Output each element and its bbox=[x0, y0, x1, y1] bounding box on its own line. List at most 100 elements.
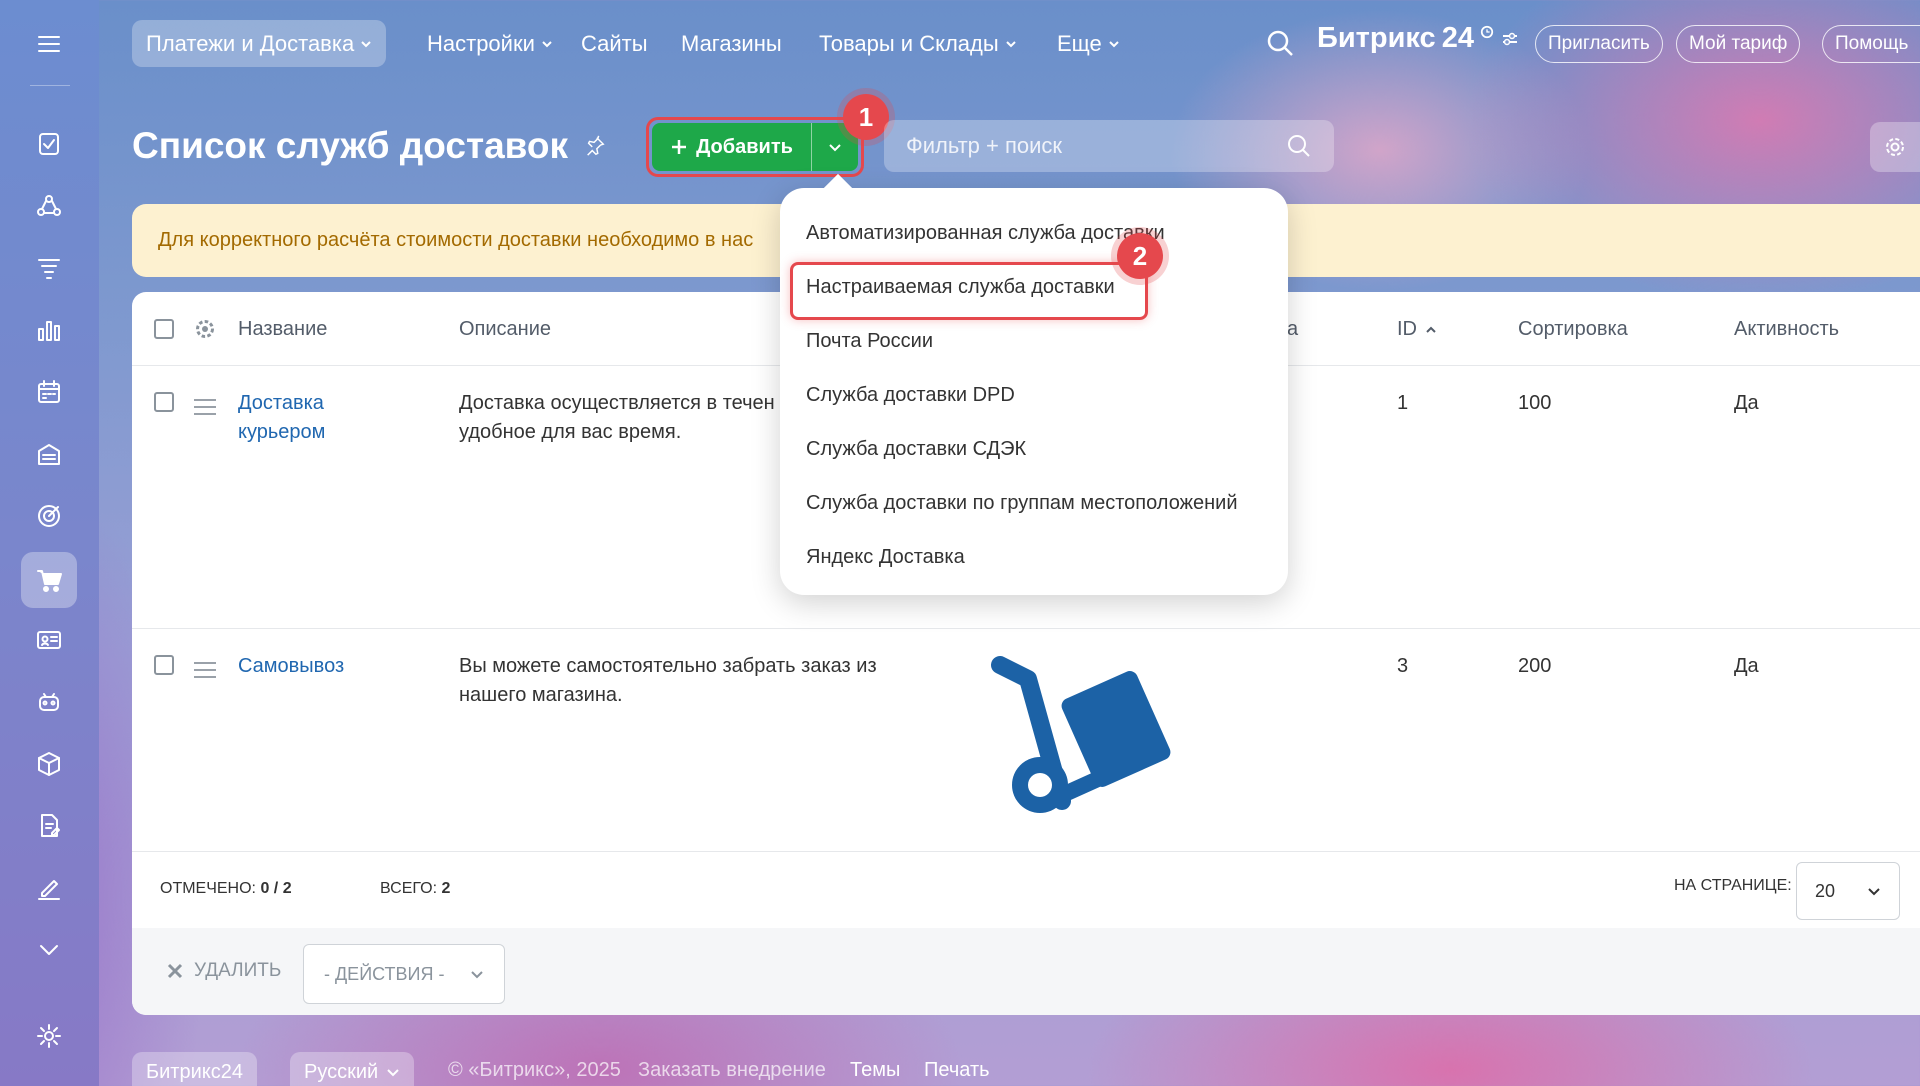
sidebar-divider bbox=[30, 85, 70, 86]
add-button[interactable]: Добавить bbox=[652, 123, 858, 171]
row-description: Вы можете самостоятельно забрать заказ и… bbox=[459, 652, 877, 710]
close-icon bbox=[167, 963, 183, 979]
chevron-down-icon bbox=[829, 144, 841, 152]
header-id[interactable]: ID bbox=[1397, 318, 1437, 341]
themes-link[interactable]: Темы bbox=[850, 1059, 900, 1082]
chevron-down-icon bbox=[471, 971, 483, 979]
menu-item-location-groups[interactable]: Служба доставки по группам местоположени… bbox=[780, 476, 1288, 530]
header-active[interactable]: Активность bbox=[1734, 318, 1839, 341]
header-name[interactable]: Название bbox=[238, 318, 327, 341]
column-settings-gear-icon[interactable] bbox=[194, 318, 216, 340]
warehouse-icon[interactable] bbox=[21, 426, 77, 482]
add-dropdown-menu: Автоматизированная служба доставки Настр… bbox=[780, 188, 1288, 595]
nav-sites[interactable]: Сайты bbox=[567, 20, 662, 67]
nav-payments-delivery[interactable]: Платежи и Доставка bbox=[132, 20, 387, 67]
target-icon[interactable] bbox=[21, 488, 77, 544]
row-desc-line: Вы можете самостоятельно забрать заказ и… bbox=[459, 655, 877, 677]
step-badge-1: 1 bbox=[843, 94, 889, 140]
chevron-down-icon bbox=[1868, 888, 1880, 896]
chevron-down-icon bbox=[1109, 40, 1119, 47]
contact-card-icon[interactable] bbox=[21, 612, 77, 668]
header-id-text: ID bbox=[1397, 318, 1417, 340]
row-checkbox[interactable] bbox=[154, 392, 174, 412]
actions-select[interactable]: - Действия - bbox=[303, 944, 505, 1004]
nav-label: Товары и Склады bbox=[819, 30, 999, 56]
hamburger-menu-icon[interactable] bbox=[21, 16, 77, 72]
page-settings-gear-icon[interactable] bbox=[1870, 122, 1920, 172]
selected-counter: Отмечено: 0 / 2 bbox=[160, 880, 292, 898]
analytics-icon[interactable] bbox=[21, 302, 77, 358]
row-checkbox[interactable] bbox=[154, 655, 174, 675]
help-label: Помощь bbox=[1835, 33, 1909, 54]
pin-icon[interactable] bbox=[584, 135, 606, 157]
header-partial[interactable]: а bbox=[1287, 318, 1298, 341]
filter-search-input[interactable]: Фильтр + поиск bbox=[884, 120, 1334, 172]
per-page-select[interactable]: 20 bbox=[1796, 862, 1900, 920]
row-desc-line: Доставка осуществляется в течен bbox=[459, 392, 775, 414]
header-sort[interactable]: Сортировка bbox=[1518, 318, 1628, 341]
crm-icon[interactable] bbox=[21, 178, 77, 234]
search-icon[interactable] bbox=[1286, 133, 1312, 159]
add-main-button[interactable]: Добавить bbox=[652, 123, 812, 171]
step-badge-2: 2 bbox=[1117, 233, 1163, 279]
language-label: Русский bbox=[304, 1060, 379, 1083]
nav-shops[interactable]: Магазины bbox=[667, 20, 796, 67]
sort-asc-icon bbox=[1426, 326, 1436, 333]
box-icon[interactable] bbox=[21, 736, 77, 792]
chevron-down-icon bbox=[542, 40, 552, 47]
header-description[interactable]: Описание bbox=[459, 318, 551, 341]
menu-item-dpd[interactable]: Служба доставки DPD bbox=[780, 368, 1288, 422]
footer-brand-text: Битрикс24 bbox=[146, 1060, 243, 1083]
drag-handle-icon[interactable] bbox=[194, 662, 216, 683]
invite-label: Пригласить bbox=[1548, 33, 1650, 54]
chevron-down-icon bbox=[387, 1069, 399, 1077]
table-row[interactable]: Самовывоз Вы можете самостоятельно забра… bbox=[132, 629, 1920, 852]
invite-button[interactable]: Пригласить bbox=[1535, 25, 1663, 63]
my-tariff-button[interactable]: Мой тариф bbox=[1676, 25, 1801, 63]
tasks-icon[interactable] bbox=[21, 116, 77, 172]
search-icon[interactable] bbox=[1265, 28, 1297, 60]
shop-cart-icon[interactable] bbox=[21, 552, 77, 608]
filter-placeholder: Фильтр + поиск bbox=[906, 133, 1063, 158]
funnel-icon[interactable] bbox=[21, 240, 77, 296]
nav-label: Сайты bbox=[581, 30, 648, 56]
row-name-link[interactable]: Доставка курьером bbox=[238, 389, 325, 447]
row-id: 3 bbox=[1397, 655, 1409, 677]
help-button[interactable]: Помощь bbox=[1822, 25, 1920, 63]
menu-item-yandex-delivery[interactable]: Яндекс Доставка bbox=[780, 530, 1288, 584]
sign-icon[interactable] bbox=[21, 860, 77, 916]
nav-products-warehouses[interactable]: Товары и Склады bbox=[805, 20, 1031, 67]
menu-item-cdek[interactable]: Служба доставки СДЭК bbox=[780, 422, 1288, 476]
menu-item-automated-delivery[interactable]: Автоматизированная служба доставки bbox=[780, 206, 1288, 260]
settings-gear-icon[interactable] bbox=[21, 1008, 77, 1064]
add-button-highlight: Добавить bbox=[646, 117, 864, 177]
clock-icon bbox=[1480, 25, 1494, 38]
row-name-line: Доставка bbox=[238, 392, 324, 414]
row-sort: 200 bbox=[1518, 655, 1552, 677]
page-title-text: Список служб доставок bbox=[132, 125, 569, 166]
order-implementation-link[interactable]: Заказать внедрение bbox=[638, 1059, 826, 1082]
menu-item-custom-delivery[interactable]: Настраиваемая служба доставки bbox=[780, 260, 1288, 320]
row-name-link[interactable]: Самовывоз bbox=[238, 652, 344, 681]
language-select[interactable]: Русский bbox=[290, 1052, 415, 1086]
per-page-label: На странице: bbox=[1674, 877, 1792, 894]
sliders-icon[interactable] bbox=[1500, 29, 1520, 49]
row-desc-line: удобное для вас время. bbox=[459, 421, 682, 443]
calendar-icon[interactable] bbox=[21, 364, 77, 420]
footer-brand[interactable]: Битрикс24 bbox=[132, 1052, 257, 1086]
banner-text: Для корректного расчёта стоимости достав… bbox=[158, 229, 754, 251]
expand-chevron-icon[interactable] bbox=[21, 922, 77, 978]
nav-more[interactable]: Еще bbox=[1043, 20, 1134, 67]
nav-settings[interactable]: Настройки bbox=[413, 20, 567, 67]
delete-button[interactable]: Удалить bbox=[166, 960, 281, 982]
print-link[interactable]: Печать bbox=[924, 1059, 990, 1082]
total-counter: Всего: 2 bbox=[380, 880, 450, 898]
nav-label: Еще bbox=[1057, 30, 1102, 56]
menu-item-russian-post[interactable]: Почта России bbox=[780, 314, 1288, 368]
robot-icon[interactable] bbox=[21, 674, 77, 730]
row-name-line: курьером bbox=[238, 421, 326, 443]
document-edit-icon[interactable] bbox=[21, 798, 77, 854]
select-all-checkbox[interactable] bbox=[154, 319, 174, 339]
nav-label: Магазины bbox=[681, 30, 782, 56]
drag-handle-icon[interactable] bbox=[194, 399, 216, 420]
